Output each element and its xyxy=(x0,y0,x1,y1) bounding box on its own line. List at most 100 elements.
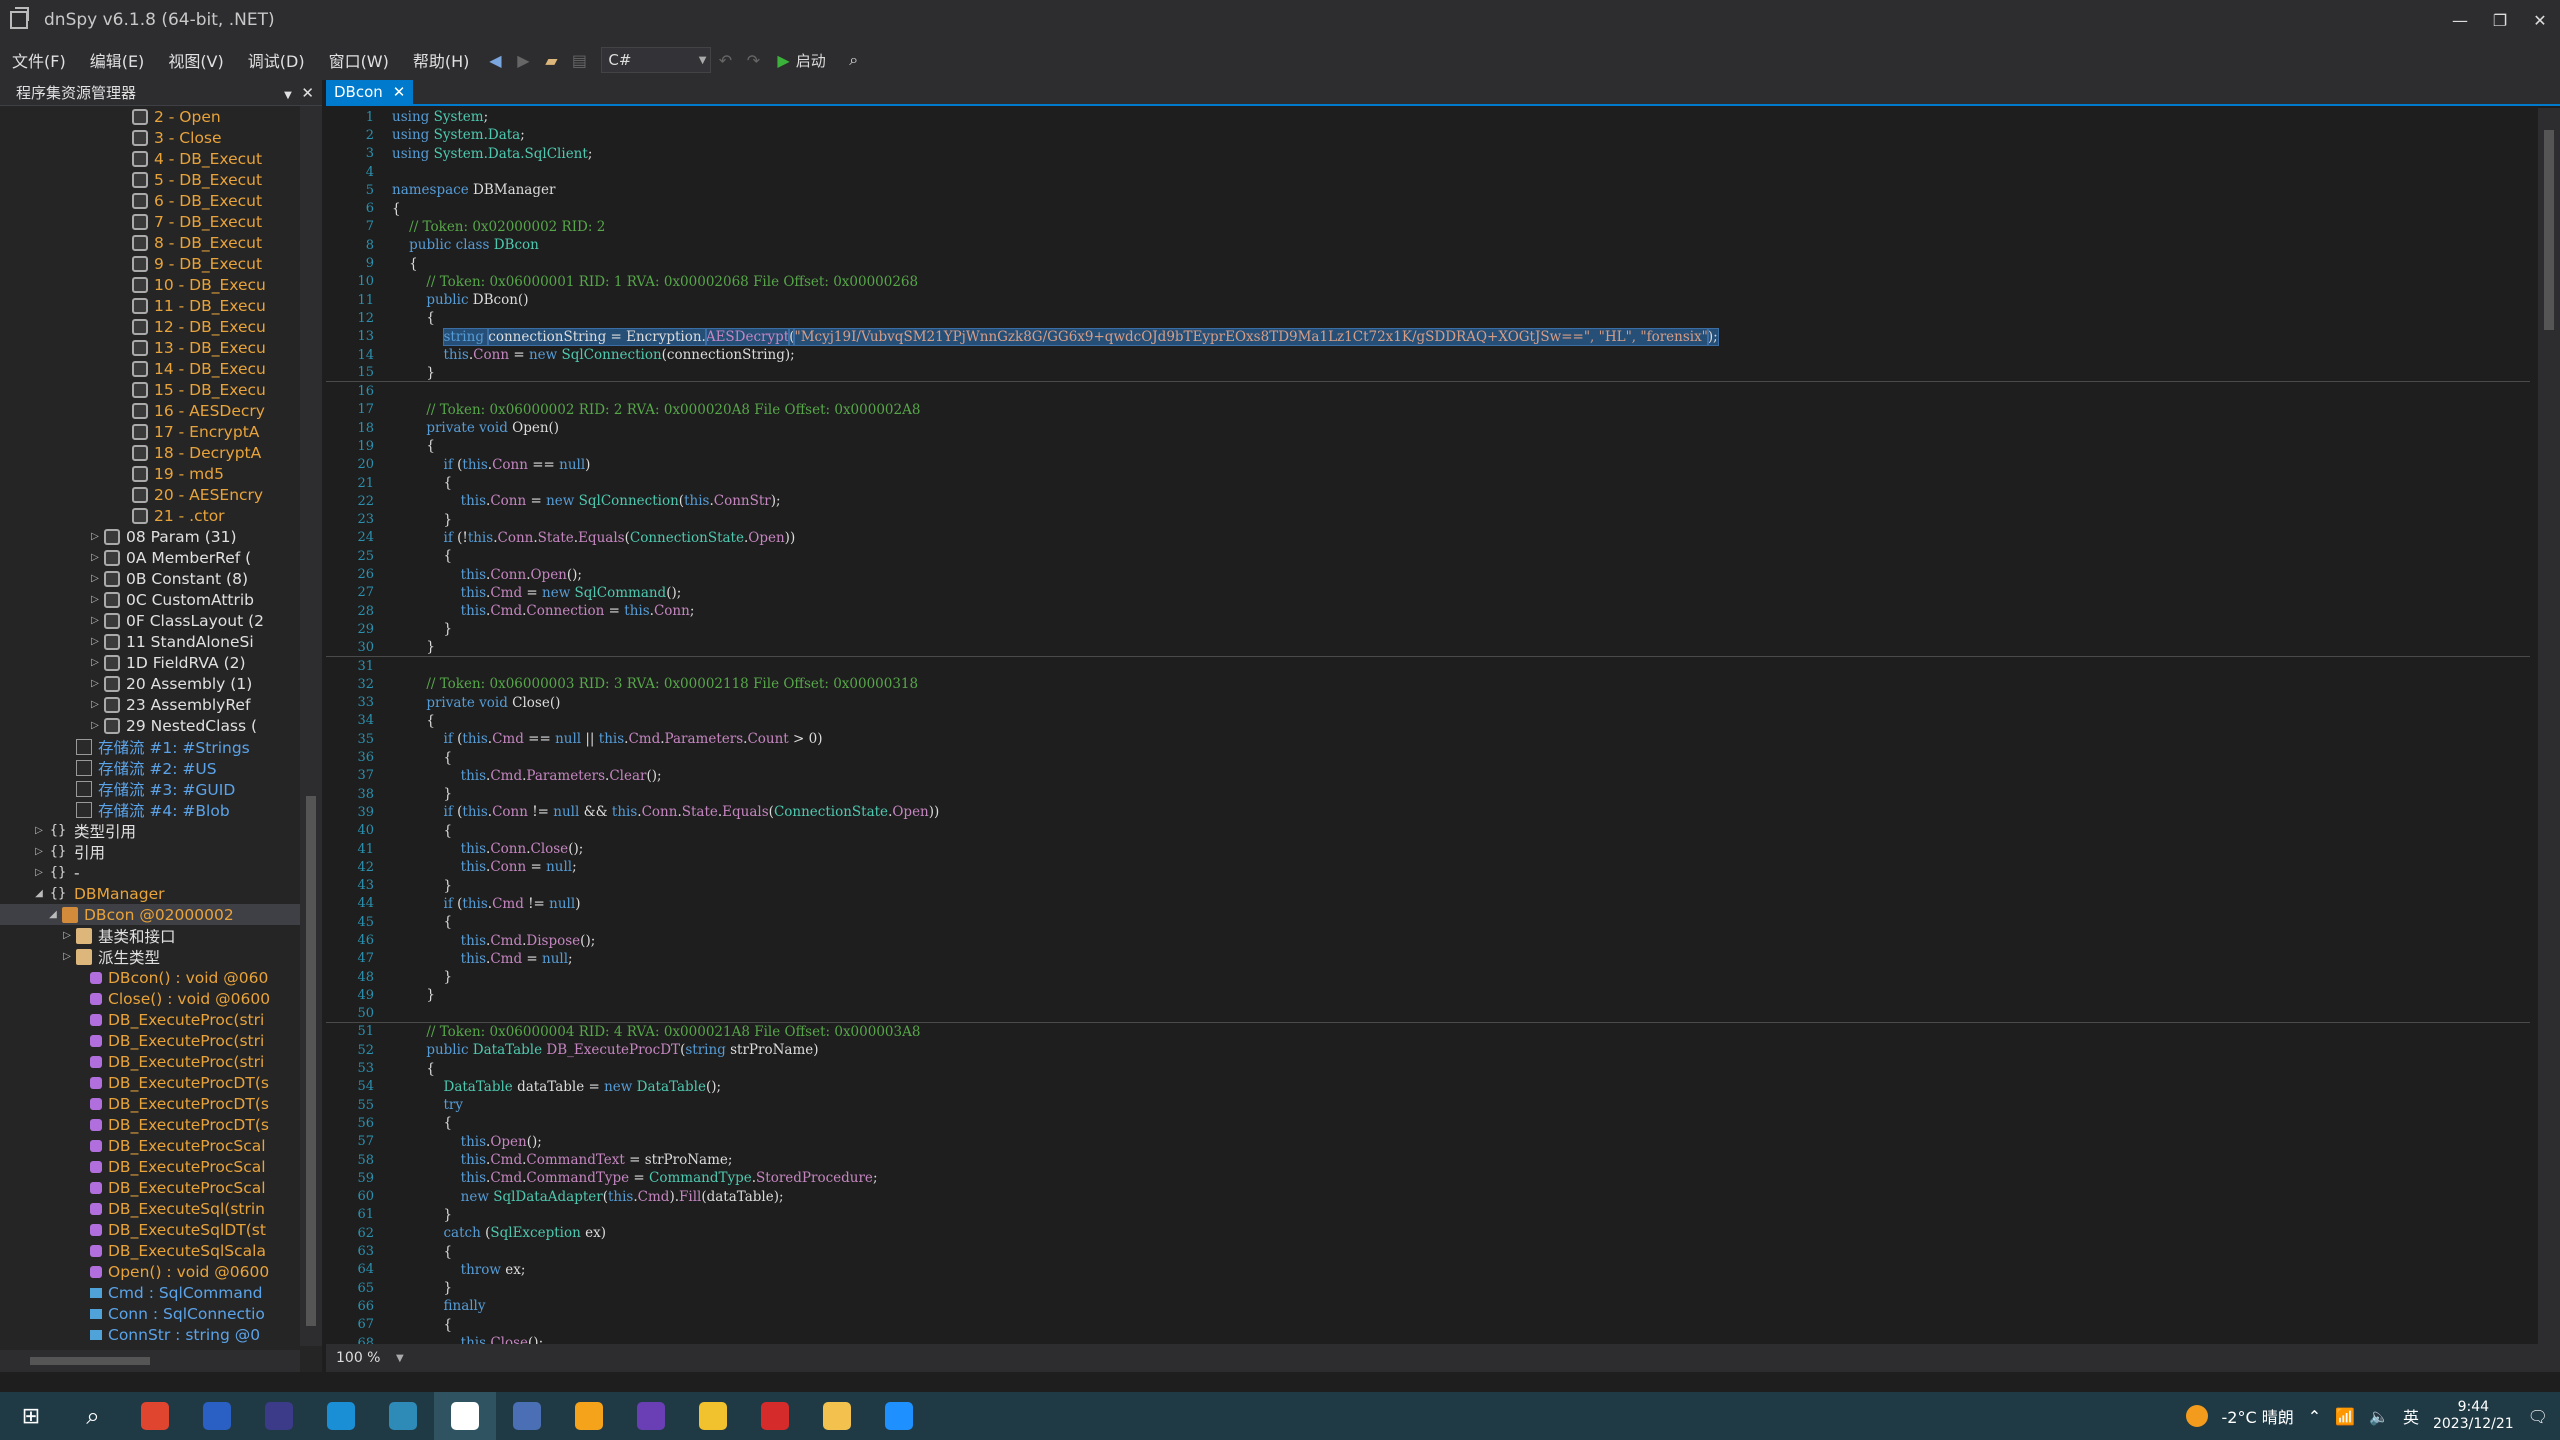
expander-icon[interactable]: ▷ xyxy=(32,867,46,878)
taskbar-app-icon[interactable] xyxy=(186,1392,248,1440)
tree-node[interactable]: 16 - AESDecry xyxy=(0,400,300,421)
tree-node[interactable]: 6 - DB_Execut xyxy=(0,190,300,211)
network-icon[interactable]: 📶 xyxy=(2335,1407,2355,1426)
taskbar-app-icon[interactable] xyxy=(496,1392,558,1440)
tree-node[interactable]: ▷ 20 Assembly (1) xyxy=(0,673,300,694)
tab-close-icon[interactable]: ✕ xyxy=(393,83,406,101)
tree-node[interactable]: DB_ExecuteProcDT(s xyxy=(0,1072,300,1093)
expander-icon[interactable]: ▷ xyxy=(88,552,102,563)
decompiled-code[interactable]: 1 using System; 2 using System.Data; 3 using … xyxy=(326,108,2530,1344)
tree-node[interactable]: 20 - AESEncry xyxy=(0,484,300,505)
tree-node[interactable]: ▷ 29 NestedClass ( xyxy=(0,715,300,736)
tree-node[interactable]: ◢ DBcon @02000002 xyxy=(0,904,300,925)
menu-debug[interactable]: 调试(D) xyxy=(236,48,317,72)
taskbar-app-icon[interactable] xyxy=(744,1392,806,1440)
tree-node[interactable]: DB_ExecuteSql(strin xyxy=(0,1198,300,1219)
tree-node[interactable]: DBcon() : void @060 xyxy=(0,967,300,988)
tree-node[interactable]: 10 - DB_Execu xyxy=(0,274,300,295)
tree-node[interactable]: 5 - DB_Execut xyxy=(0,169,300,190)
tree-node[interactable]: DB_ExecuteProc(stri xyxy=(0,1051,300,1072)
editor-scroll-thumb[interactable] xyxy=(2544,130,2554,330)
start-debug-button[interactable]: ▶ 启动 xyxy=(777,50,825,71)
expander-icon[interactable]: ▷ xyxy=(32,825,46,836)
tree-node[interactable]: DB_ExecuteProc(stri xyxy=(0,1030,300,1051)
tree-node[interactable]: ▷{} 类型引用 xyxy=(0,820,300,841)
tree-node[interactable]: ▷ 0B Constant (8) xyxy=(0,568,300,589)
expander-icon[interactable]: ▷ xyxy=(88,594,102,605)
taskbar-app-icon[interactable] xyxy=(124,1392,186,1440)
minimize-icon[interactable]: — xyxy=(2440,0,2480,40)
taskbar-search-icon[interactable]: ⌕ xyxy=(62,1392,124,1440)
tree-node[interactable]: ▷ 派生类型 xyxy=(0,946,300,967)
editor-vertical-scrollbar[interactable] xyxy=(2538,108,2560,1344)
expander-icon[interactable]: ▷ xyxy=(88,531,102,542)
tree-node[interactable]: 14 - DB_Execu xyxy=(0,358,300,379)
tree-node[interactable]: ▷{} - xyxy=(0,862,300,883)
taskbar-app-icon[interactable] xyxy=(620,1392,682,1440)
tree-node[interactable]: 11 - DB_Execu xyxy=(0,295,300,316)
tree-node[interactable]: 18 - DecryptA xyxy=(0,442,300,463)
tree-node[interactable]: DB_ExecuteProcScal xyxy=(0,1135,300,1156)
tree-node[interactable]: 存储流 #1: #Strings xyxy=(0,736,300,757)
search-icon[interactable]: ⌕ xyxy=(840,46,868,74)
save-all-icon[interactable]: ▤ xyxy=(565,46,593,74)
expander-icon[interactable]: ▷ xyxy=(60,930,74,941)
zoom-level[interactable]: 100 % xyxy=(326,1350,396,1366)
tree-node[interactable]: ▷ 0A MemberRef ( xyxy=(0,547,300,568)
menu-help[interactable]: 帮助(H) xyxy=(401,48,482,72)
tree-node[interactable]: 存储流 #3: #GUID xyxy=(0,778,300,799)
expander-icon[interactable]: ▷ xyxy=(88,720,102,731)
panel-menu-icon[interactable]: ▼ xyxy=(284,90,292,101)
taskbar-app-icon[interactable] xyxy=(310,1392,372,1440)
taskbar-app-icon[interactable] xyxy=(434,1392,496,1440)
expander-icon[interactable]: ▷ xyxy=(32,846,46,857)
tree-node[interactable]: 21 - .ctor xyxy=(0,505,300,526)
tray-expand-icon[interactable]: ⌃ xyxy=(2308,1407,2321,1426)
tree-node[interactable]: 存储流 #4: #Blob xyxy=(0,799,300,820)
tree-node[interactable]: ▷ 11 StandAloneSi xyxy=(0,631,300,652)
tree-node[interactable]: ▷ 23 AssemblyRef xyxy=(0,694,300,715)
clock[interactable]: 9:44 2023/12/21 xyxy=(2433,1399,2514,1433)
restore-icon[interactable]: ❐ xyxy=(2480,0,2520,40)
panel-close-icon[interactable]: ✕ xyxy=(301,84,314,102)
ime-indicator[interactable]: 英 xyxy=(2403,1404,2419,1428)
taskbar-app-icon[interactable] xyxy=(248,1392,310,1440)
tree-node[interactable]: 存储流 #2: #US xyxy=(0,757,300,778)
expander-icon[interactable]: ◢ xyxy=(46,909,60,920)
tree-node[interactable]: ▷ 1D FieldRVA (2) xyxy=(0,652,300,673)
expander-icon[interactable]: ▷ xyxy=(60,951,74,962)
tree-node[interactable]: 7 - DB_Execut xyxy=(0,211,300,232)
volume-icon[interactable]: 🔈 xyxy=(2369,1407,2389,1426)
redo-icon[interactable]: ↷ xyxy=(739,46,767,74)
tree-node[interactable]: 9 - DB_Execut xyxy=(0,253,300,274)
taskbar-app-icon[interactable] xyxy=(806,1392,868,1440)
taskbar-app-icon[interactable] xyxy=(372,1392,434,1440)
tree-scroll-thumb[interactable] xyxy=(306,796,316,1326)
forward-icon[interactable]: ▶ xyxy=(509,46,537,74)
tree-node[interactable]: ▷ 0F ClassLayout (2 xyxy=(0,610,300,631)
tree-node[interactable]: 8 - DB_Execut xyxy=(0,232,300,253)
tree-node[interactable]: ▷ 基类和接口 xyxy=(0,925,300,946)
tree-node[interactable]: DB_ExecuteProcScal xyxy=(0,1156,300,1177)
tree-node[interactable]: ▷{} 引用 xyxy=(0,841,300,862)
close-icon[interactable]: ✕ xyxy=(2520,0,2560,40)
tree-node[interactable]: Open() : void @0600 xyxy=(0,1261,300,1282)
tree-node[interactable]: DB_ExecuteSqlDT(st xyxy=(0,1219,300,1240)
tree-hscroll-thumb[interactable] xyxy=(30,1357,150,1365)
tree-node[interactable]: 17 - EncryptA xyxy=(0,421,300,442)
tree-node[interactable]: ◢{} DBManager xyxy=(0,883,300,904)
back-icon[interactable]: ◀ xyxy=(481,46,509,74)
tree-node[interactable]: 15 - DB_Execu xyxy=(0,379,300,400)
tree-node[interactable]: DB_ExecuteProcDT(s xyxy=(0,1114,300,1135)
tree-node[interactable]: 19 - md5 xyxy=(0,463,300,484)
tree-node[interactable]: Cmd : SqlCommand xyxy=(0,1282,300,1303)
tree-node[interactable]: DB_ExecuteProcDT(s xyxy=(0,1093,300,1114)
tree-node[interactable]: 4 - DB_Execut xyxy=(0,148,300,169)
expander-icon[interactable]: ▷ xyxy=(88,699,102,710)
open-folder-icon[interactable]: ▰ xyxy=(537,46,565,74)
tree-node[interactable]: Conn : SqlConnectio xyxy=(0,1303,300,1324)
notifications-icon[interactable]: 🗨 xyxy=(2528,1407,2548,1426)
expander-icon[interactable]: ◢ xyxy=(32,888,46,899)
menu-edit[interactable]: 编辑(E) xyxy=(78,48,157,72)
expander-icon[interactable]: ▷ xyxy=(88,615,102,626)
